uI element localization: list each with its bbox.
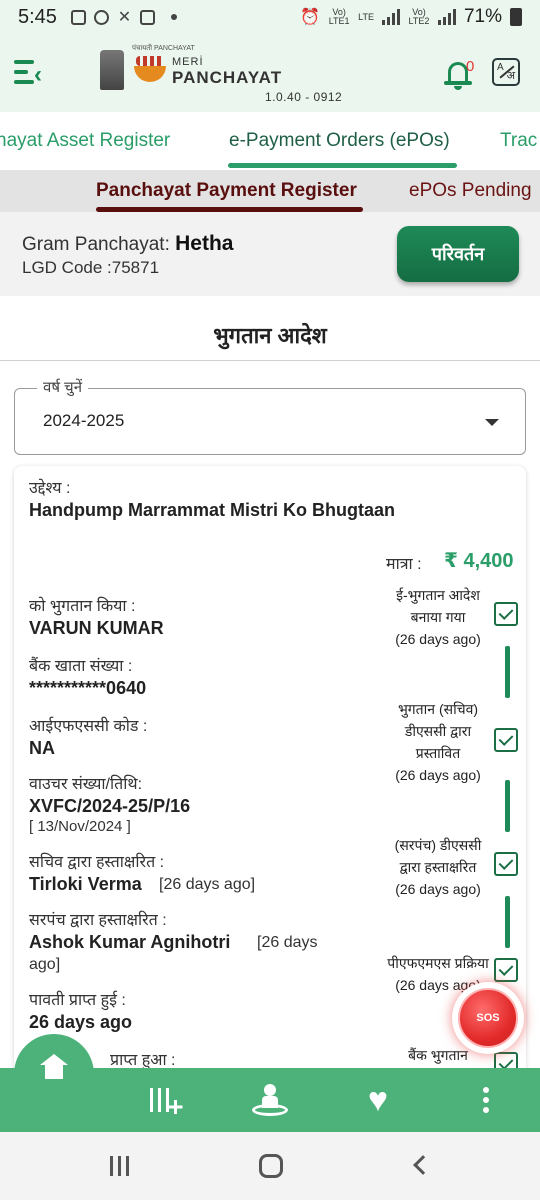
battery-icon [510,8,522,26]
language-switch-button[interactable]: A अ [492,58,520,86]
lte-label: LTE [358,11,374,22]
logo-text: MERİ PANCHAYAT [172,56,283,87]
year-dropdown[interactable]: वर्ष चुनें 2024-2025 [14,377,526,455]
heart-icon[interactable]: ♥ [360,1082,396,1118]
timeline-step-2: भुगतान (सचिव) डीएससी द्वारा प्रस्तावित (… [395,701,481,783]
nav-home-button[interactable] [14,1034,94,1114]
year-dropdown-label: वर्ष चुनें [37,377,89,397]
panchayat-info-panel: Gram Panchayat: Hetha LGD Code :75871 पर… [0,212,540,296]
sarpanch-value: Ashok Kumar Agnihotri [29,932,231,952]
status-time: 5:45 [18,5,57,28]
secretary-label: सचिव द्वारा हस्ताक्षरित : [29,854,165,871]
menu-toggle-button[interactable]: ‹ [12,56,52,88]
lgd-code: LGD Code :75871 [22,258,160,277]
timeline-connector [505,780,510,832]
gram-panchayat-name: Hetha [175,232,234,255]
app-logo: पंचायती PANCHAYAT MERİ PANCHAYAT [100,45,283,90]
home-icon [40,1054,68,1085]
notification-count: 0 [466,58,475,75]
panchayat-logo-icon: पंचायती PANCHAYAT [132,45,195,86]
next-field-label: प्राप्त हुआ : [110,1052,176,1068]
gallery-icon [70,9,86,25]
step-1-checkbox [494,602,518,626]
purpose-value: Handpump Marrammat Mistri Ko Bhugtaan [29,500,396,520]
chevron-left-icon: ‹ [34,61,42,88]
step-3-checkbox [494,852,518,876]
x-icon: ✕ [117,8,132,26]
app-header: ‹ पंचायती PANCHAYAT MERİ PANCHAYAT 1.0.4… [0,34,540,112]
sos-button[interactable]: SOS [452,982,524,1054]
voucher-date: [ 13/Nov/2024 ] [29,818,131,835]
timeline-step-3: (सरपंच) डीएससी द्वारा हस्ताक्षरित (26 da… [394,837,482,897]
sub-tab-bar: Panchayat Payment Register ePOs Pending [0,170,540,212]
paid-to-value: VARUN KUMAR [29,618,164,638]
signal1-icon [381,9,400,25]
system-navigation-bar [0,1132,540,1200]
national-emblem-icon [100,50,124,90]
top-tab-bar: hayat Asset Register e-Payment Orders (e… [0,112,540,170]
signal2-icon [437,9,456,25]
change-panchayat-button[interactable]: परिवर्तन [397,226,519,282]
notification-dot-icon [170,14,177,20]
tab-tracking[interactable]: Trac [500,130,537,152]
secretary-value: Tirloki Verma [29,874,142,894]
sarpanch-note-cont: ago] [29,956,61,973]
alarm-icon: ⏰ [300,9,321,26]
person-location-icon[interactable] [250,1082,290,1118]
ifsc-label: आईएफएससी कोड : [29,718,148,735]
amount-label: मात्रा : [386,556,422,573]
app-version: 1.0.40 - 0912 [265,90,343,104]
tab-epos-pending[interactable]: ePOs Pending [409,180,532,202]
app-screen: 5:45 ✕ ⏰ Vo) LTE1 LTE Vo) LTE2 71% ‹ पंच… [0,0,540,1200]
sim1-label: Vo) LTE1 [328,7,350,26]
voucher-value: XVFC/2024-25/P/16 [29,796,191,816]
year-dropdown-value: 2024-2025 [43,411,125,430]
step-4-checkbox [494,958,518,982]
battery-percent: 71% [463,6,502,27]
sim2-label: Vo) LTE2 [408,7,430,26]
recent-apps-icon[interactable] [110,1156,132,1176]
step-2-checkbox [494,728,518,752]
account-label: बैंक खाता संख्या : [29,658,133,675]
caret-down-icon [485,419,499,426]
sarpanch-note: [26 days [257,934,318,951]
account-value: ***********0640 [29,678,147,698]
purpose-label: उद्देश्य : [29,480,71,497]
secretary-note: [26 days ago] [159,876,256,893]
divider [0,360,540,361]
back-icon[interactable] [413,1155,433,1175]
tab-e-payment-orders[interactable]: e-Payment Orders (ePOs) [229,130,450,152]
receipt-label: पावती प्राप्त हुई : [29,992,126,1009]
section-title: भुगतान आदेश [213,323,327,348]
status-right: ⏰ Vo) LTE1 LTE Vo) LTE2 71% [300,6,522,28]
step-5-checkbox [494,1052,518,1068]
system-home-icon[interactable] [259,1154,283,1178]
paid-to-label: को भुगतान किया : [29,598,136,615]
receipt-value: 26 days ago [29,1012,133,1032]
timeline-connector [505,646,510,698]
filter-icon[interactable] [148,1082,183,1118]
timeline-connector [505,896,510,948]
status-bar: 5:45 ✕ ⏰ Vo) LTE1 LTE Vo) LTE2 71% [0,0,540,34]
payment-order-card[interactable]: उद्देश्य : Handpump Marrammat Mistri Ko … [14,466,526,1068]
amount-value: ₹ 4,400 [444,550,514,572]
main-content: भुगतान आदेश वर्ष चुनें 2024-2025 उद्देश्… [0,296,540,1068]
tab-payment-register[interactable]: Panchayat Payment Register [96,180,357,202]
timeline-step-1: ई-भुगतान आदेश बनाया गया (26 days ago) [395,587,481,647]
more-icon[interactable] [476,1082,496,1118]
active-tab-indicator [228,163,457,168]
sos-label: SOS [458,988,518,1048]
gram-panchayat-line: Gram Panchayat: Hetha [22,232,234,255]
tab-asset-register[interactable]: hayat Asset Register [0,130,170,152]
link-icon [93,9,109,25]
cast-icon [139,9,155,25]
sarpanch-label: सरपंच द्वारा हस्ताक्षरित : [29,912,167,929]
ifsc-value: NA [29,738,55,758]
voucher-label: वाउचर संख्या/तिथि: [29,776,143,793]
